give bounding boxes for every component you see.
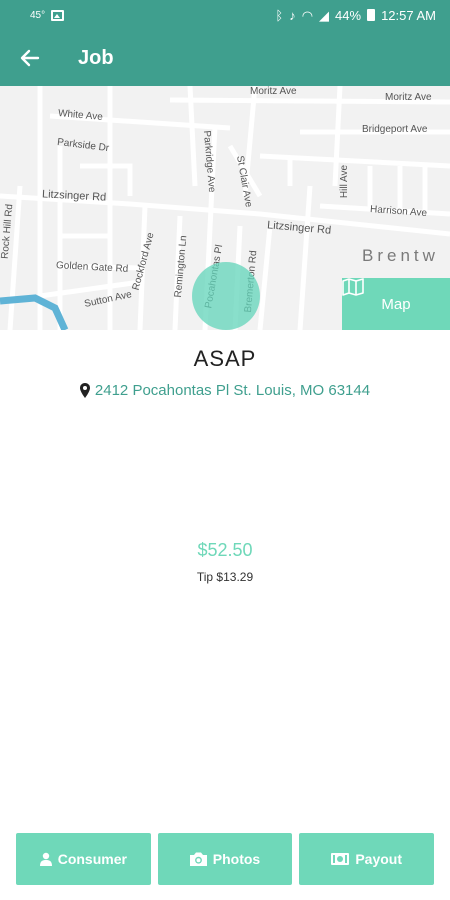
job-address[interactable]: 2412 Pocahontas Pl St. Louis, MO 63144	[95, 382, 370, 399]
temperature-text: 45°	[30, 9, 46, 21]
photos-label: Photos	[212, 851, 261, 867]
bluetooth-icon: ᛒ	[275, 7, 284, 23]
payout-label: Payout	[355, 851, 403, 867]
camera-icon	[189, 852, 207, 866]
action-bar: Consumer Photos Payout	[16, 833, 435, 885]
street-label: Moritz Ave	[250, 86, 297, 97]
back-button[interactable]	[0, 30, 60, 86]
battery-percent: 44%	[335, 7, 362, 23]
map-icon	[342, 278, 364, 296]
consumer-button[interactable]: Consumer	[16, 833, 151, 885]
battery-icon	[367, 9, 376, 21]
mute-icon: ♪	[289, 7, 296, 23]
photos-button[interactable]: Photos	[157, 833, 293, 885]
job-timing: ASAP	[193, 346, 257, 371]
clock: 12:57 AM	[381, 7, 436, 23]
user-icon	[39, 852, 52, 866]
map-view[interactable]: Moritz Ave Moritz Ave White Ave Bridgepo…	[0, 86, 450, 330]
wifi-icon: ◠	[301, 7, 314, 23]
consumer-label: Consumer	[57, 851, 127, 867]
signal-icon: ◢	[319, 7, 330, 23]
gallery-icon	[51, 9, 65, 21]
page-title: Job	[78, 46, 114, 69]
app-bar: Job	[0, 30, 450, 86]
street-label: Bridgeport Ave	[362, 124, 428, 135]
map-button-label: Map	[381, 295, 411, 313]
back-arrow-icon	[20, 49, 40, 67]
street-label: Moritz Ave	[385, 92, 432, 103]
status-bar: 45° ᛒ ♪ ◠ ◢ 44% 12:57 AM	[0, 0, 450, 30]
location-marker	[192, 262, 260, 330]
money-icon	[331, 853, 350, 865]
job-tip: Tip $13.29	[196, 570, 254, 584]
payout-button[interactable]: Payout	[299, 833, 435, 885]
job-amount: $52.50	[197, 540, 253, 560]
street-label: Hill Ave	[339, 164, 351, 199]
address-row[interactable]: 2412 Pocahontas Pl St. Louis, MO 63144	[0, 382, 450, 399]
area-label: Brentw	[362, 246, 439, 265]
open-map-button[interactable]: Map	[342, 278, 450, 330]
location-pin-icon	[79, 383, 90, 398]
